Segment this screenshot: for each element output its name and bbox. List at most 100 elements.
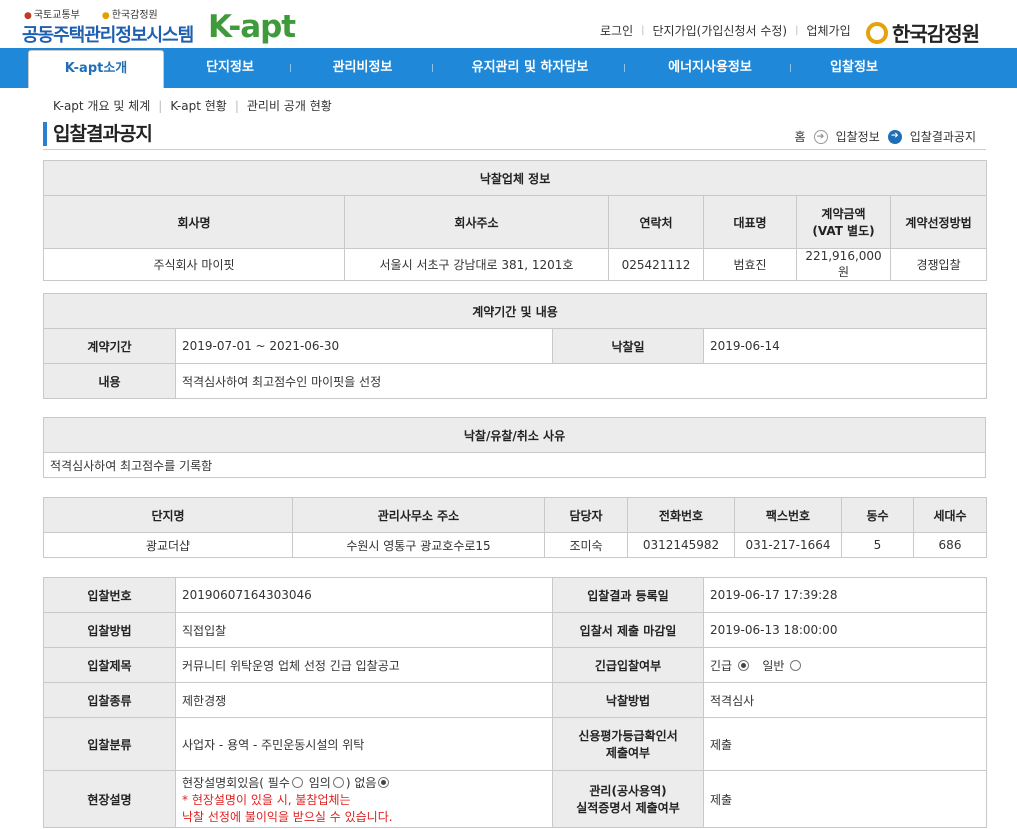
none-option-label: 없음 xyxy=(354,775,377,790)
agency-name: 한국감정원 xyxy=(892,22,980,46)
none-radio[interactable] xyxy=(378,776,390,788)
bid-detail-table: 입찰번호 20190607164303046 입찰결과 등록일 2019-06-… xyxy=(43,577,987,828)
fax-number: 031-217-1664 xyxy=(734,532,842,558)
nav-fee-info[interactable]: 관리비정보 xyxy=(305,48,420,88)
building-count: 5 xyxy=(841,532,914,558)
reason-section-title: 낙찰/유찰/취소 사유 xyxy=(43,417,986,453)
site-briefing-text: 현장설명회있음( xyxy=(182,775,264,790)
col-office-address: 관리사무소 주소 xyxy=(292,497,545,533)
separator: | xyxy=(158,98,163,113)
bid-type-value: 제한경쟁 xyxy=(175,682,553,718)
credit-rating-label-line2: 제출여부 xyxy=(605,746,651,760)
arrow-right-icon: ➔ xyxy=(813,129,828,144)
bid-subject-value: 커뮤니티 위탁운영 업체 선정 긴급 입찰공고 xyxy=(175,647,553,683)
site-notice-line1: * 현장설명이 있을 시, 불참업체는 xyxy=(182,792,351,807)
separator: | xyxy=(795,25,799,36)
winner-company-address: 서울시 서초구 강남대로 381, 1201호 xyxy=(344,248,609,281)
performance-cert-label-line2: 실적증명서 제출여부 xyxy=(576,801,680,815)
title-bar: 입찰결과공지 홈 ➔ 입찰정보 ➔ 입찰결과공지 xyxy=(43,121,986,150)
separator: | xyxy=(234,98,239,113)
arrow-right-icon: ➔ xyxy=(887,129,902,144)
urgent-radio[interactable] xyxy=(737,659,749,671)
site-notice-line2: 낙찰 선정에 불이익을 받으실 수 있습니다. xyxy=(182,809,393,824)
winner-contact: 025421112 xyxy=(608,248,704,281)
contract-section-title: 계약기간 및 내용 xyxy=(42,293,988,329)
nav-complex-info[interactable]: 단지정보 xyxy=(180,48,280,88)
normal-radio[interactable] xyxy=(790,659,802,671)
result-date-label: 입찰결과 등록일 xyxy=(552,577,704,613)
award-date-label: 낙찰일 xyxy=(552,328,704,364)
page-title: 입찰결과공지 xyxy=(43,122,153,146)
col-contact: 연락처 xyxy=(608,195,704,249)
required-option-label: 필수 xyxy=(267,775,290,790)
col-company-name: 회사명 xyxy=(43,195,345,249)
subnav-fee-disclosure[interactable]: 관리비 공개 현황 xyxy=(247,97,332,114)
col-fax: 팩스번호 xyxy=(734,497,842,533)
site-briefing-options: 현장설명회있음( 필수 임의) 없음 xyxy=(182,774,546,791)
bid-category-label: 입찰분류 xyxy=(43,717,176,771)
header: 국토교통부 한국감정원 공동주택관리정보시스템 K-apt 로그인 | 단지가입… xyxy=(0,0,1017,48)
bid-number-value: 20190607164303046 xyxy=(175,577,553,613)
urgent-label: 긴급입찰여부 xyxy=(552,647,704,683)
contract-content-value: 적격심사하여 최고점수인 마이핏을 선정 xyxy=(174,363,988,399)
col-phone: 전화번호 xyxy=(627,497,735,533)
nav-maintenance[interactable]: 유지관리 및 하자담보 xyxy=(445,48,615,88)
subnav-overview[interactable]: K-apt 개요 및 체계 xyxy=(53,97,150,114)
col-households: 세대수 xyxy=(913,497,987,533)
nav-energy[interactable]: 에너지사용정보 xyxy=(640,48,780,88)
agency-logo[interactable]: 한국감정원 xyxy=(866,18,980,47)
urgent-options: 긴급 일반 xyxy=(703,647,987,683)
credit-rating-label: 신용평가등급확인서 제출여부 xyxy=(552,717,704,771)
contract-period-label: 계약기간 xyxy=(43,328,176,364)
optional-radio[interactable] xyxy=(332,776,344,788)
contract-content-label: 내용 xyxy=(43,363,176,399)
subnav-status[interactable]: K-apt 현황 xyxy=(170,97,227,114)
login-link[interactable]: 로그인 xyxy=(600,22,633,39)
molit-logo[interactable]: 국토교통부 xyxy=(24,6,80,21)
required-radio[interactable] xyxy=(291,776,303,788)
winner-company-name: 주식회사 마이핏 xyxy=(43,248,345,281)
nav-bid-info[interactable]: 입찰정보 xyxy=(800,48,908,88)
complex-table: 단지명 관리사무소 주소 담당자 전화번호 팩스번호 동수 세대수 광교더샵 수… xyxy=(43,497,987,558)
system-title[interactable]: 공동주택관리정보시스템 xyxy=(22,21,194,47)
reason-value: 적격심사하여 최고점수를 기록함 xyxy=(43,452,986,478)
urgent-option-label: 긴급 xyxy=(710,658,733,673)
col-manager: 담당자 xyxy=(544,497,628,533)
credit-rating-label-line1: 신용평가등급확인서 xyxy=(578,729,678,743)
company-join-link[interactable]: 업체가입 xyxy=(807,22,851,39)
household-count: 686 xyxy=(913,532,987,558)
bid-category-value: 사업자 - 용역 - 주민운동시설의 위탁 xyxy=(175,717,553,771)
sub-nav: K-apt 개요 및 체계 | K-apt 현황 | 관리비 공개 현황 xyxy=(53,97,332,114)
nav-separator xyxy=(624,64,625,72)
kab-small-logo[interactable]: 한국감정원 xyxy=(102,6,158,21)
breadcrumb-bid-info[interactable]: 입찰정보 xyxy=(836,128,880,145)
bid-number-label: 입찰번호 xyxy=(43,577,176,613)
breadcrumb-home[interactable]: 홈 xyxy=(795,128,806,145)
nav-kapt-intro[interactable]: K-apt소개 xyxy=(28,50,164,88)
winner-contract-amount: 221,916,000원 xyxy=(796,248,891,281)
col-ceo: 대표명 xyxy=(703,195,797,249)
award-method-label: 낙찰방법 xyxy=(552,682,704,718)
kapt-brand-logo[interactable]: K-apt xyxy=(208,9,296,45)
site-briefing-value: 현장설명회있음( 필수 임의) 없음 * 현장설명이 있을 시, 불참업체는 낙… xyxy=(175,770,553,828)
office-address: 수원시 영통구 광교호수로15 xyxy=(292,532,545,558)
col-complex-name: 단지명 xyxy=(43,497,293,533)
col-company-address: 회사주소 xyxy=(344,195,609,249)
performance-cert-label-line1: 관리(공사용역) xyxy=(589,784,667,798)
optional-option-label: 임의 xyxy=(308,775,331,790)
reason-table: 낙찰/유찰/취소 사유 적격심사하여 최고점수를 기록함 xyxy=(43,417,986,478)
separator: | xyxy=(641,25,645,36)
winner-selection-method: 경쟁입찰 xyxy=(889,248,988,281)
contract-period-value: 2019-07-01 ~ 2021-06-30 xyxy=(175,328,553,364)
agency-mark-icon xyxy=(866,21,888,44)
winner-section-title: 낙찰업체 정보 xyxy=(42,160,988,196)
breadcrumb: 홈 ➔ 입찰정보 ➔ 입찰결과공지 xyxy=(795,128,976,145)
nav-separator xyxy=(790,64,791,72)
result-date-value: 2019-06-17 17:39:28 xyxy=(703,577,987,613)
award-method-value: 적격심사 xyxy=(703,682,987,718)
performance-cert-value: 제출 xyxy=(703,770,987,828)
complex-join-link[interactable]: 단지가입(가입신청서 수정) xyxy=(653,22,788,39)
award-date-value: 2019-06-14 xyxy=(702,328,988,364)
winner-ceo: 범효진 xyxy=(703,248,797,281)
winner-table: 낙찰업체 정보 회사명 회사주소 연락처 대표명 계약금액 (VAT 별도) 계… xyxy=(42,160,988,281)
